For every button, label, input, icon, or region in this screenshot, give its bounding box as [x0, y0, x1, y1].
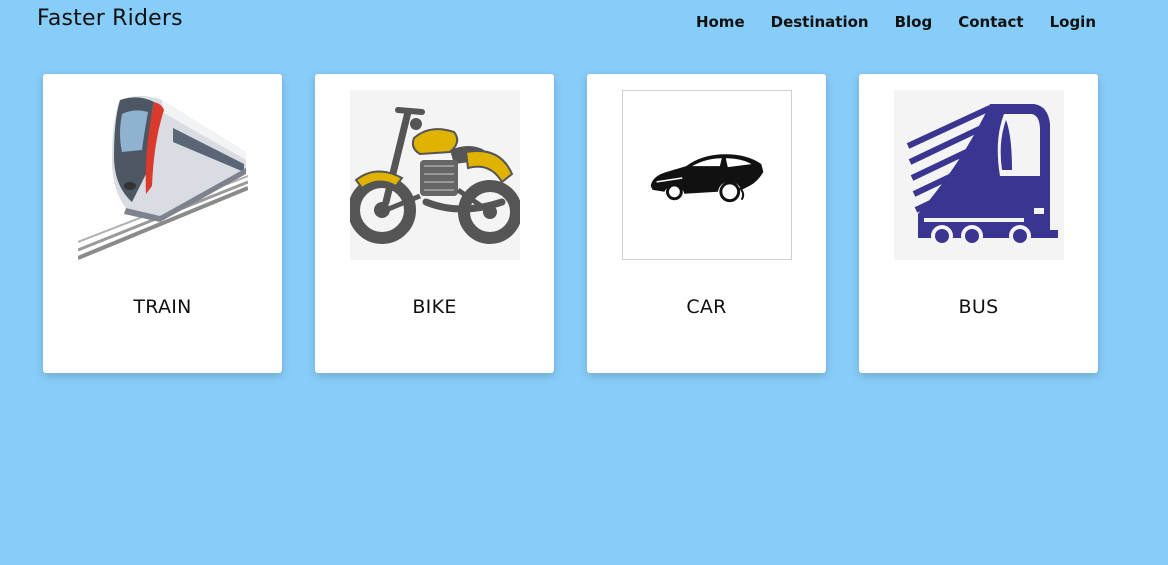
nav-link-destination[interactable]: Destination [771, 13, 869, 31]
car-icon [622, 90, 792, 260]
nav-menu: Home Destination Blog Contact Login [670, 13, 1096, 31]
card-title: BIKE [412, 296, 457, 318]
nav-link-blog[interactable]: Blog [895, 13, 933, 31]
bus-icon [894, 90, 1064, 260]
nav-link-home[interactable]: Home [696, 13, 745, 31]
vehicle-card-bus[interactable]: BUS [859, 74, 1098, 373]
navbar: Faster Riders Home Destination Blog Cont… [0, 0, 1168, 48]
card-title: TRAIN [133, 296, 192, 318]
card-title: CAR [686, 296, 727, 318]
vehicle-cards: TRAIN BIKE CAR BUS [43, 74, 1098, 373]
vehicle-card-car[interactable]: CAR [587, 74, 826, 373]
motorbike-icon [350, 90, 520, 260]
vehicle-card-bike[interactable]: BIKE [315, 74, 554, 373]
nav-link-login[interactable]: Login [1050, 13, 1096, 31]
brand-logo-text[interactable]: Faster Riders [37, 6, 183, 31]
vehicle-card-train[interactable]: TRAIN [43, 74, 282, 373]
nav-link-contact[interactable]: Contact [958, 13, 1023, 31]
train-icon [78, 90, 248, 260]
card-title: BUS [958, 296, 999, 318]
